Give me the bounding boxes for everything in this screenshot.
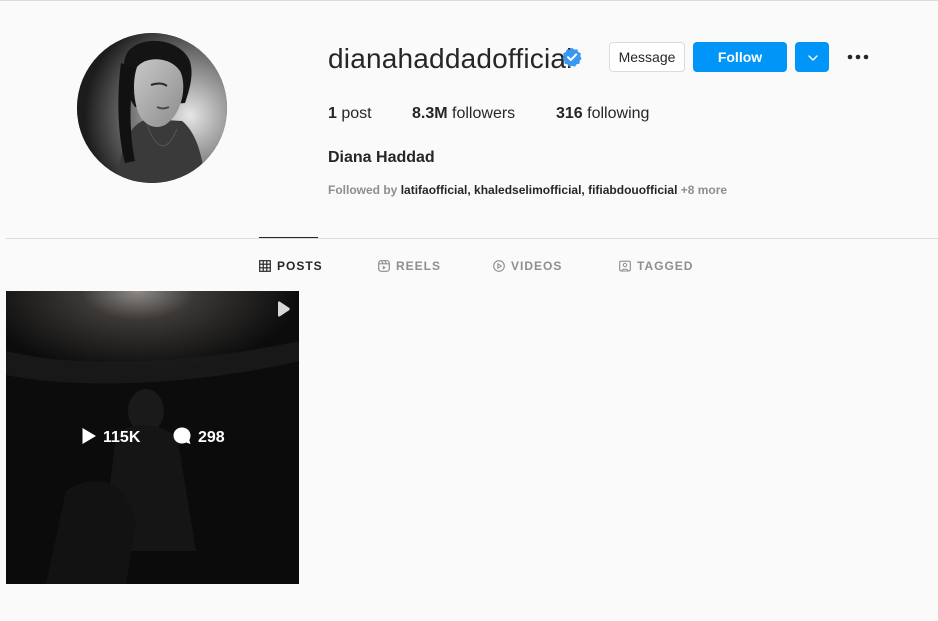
followed-by-line[interactable]: Followed by latifaofficial, khaledselimo… xyxy=(328,183,727,197)
tab-reels[interactable]: REELS xyxy=(378,258,441,274)
profile-avatar[interactable] xyxy=(77,33,227,183)
tagged-icon xyxy=(619,260,631,272)
posts-count-value: 1 xyxy=(328,105,337,122)
followed-by-prefix: Followed by xyxy=(328,183,398,197)
following-link[interactable]: 316 following xyxy=(556,105,649,123)
post-comments-value: 298 xyxy=(198,429,225,446)
tab-tagged-label: TAGGED xyxy=(637,259,694,273)
followers-count-value: 8.3M xyxy=(412,105,448,122)
post-plays-count: 115K xyxy=(81,428,140,448)
posts-count-label: post xyxy=(341,105,372,122)
followed-by-names: latifaofficial, khaledselimofficial, fif… xyxy=(400,183,678,197)
post-tile[interactable]: 115K 298 xyxy=(6,291,299,584)
followers-label: followers xyxy=(452,105,516,122)
play-icon xyxy=(82,428,96,445)
active-tab-indicator xyxy=(259,237,318,238)
tab-videos-label: VIDEOS xyxy=(511,259,563,273)
posts-count: 1 post xyxy=(328,105,372,123)
tab-posts[interactable]: POSTS xyxy=(259,258,323,274)
chevron-down-icon xyxy=(808,55,818,61)
profile-full-name: Diana Haddad xyxy=(328,149,435,166)
video-icon xyxy=(493,259,505,272)
tab-videos[interactable]: VIDEOS xyxy=(493,258,562,274)
post-thumbnail xyxy=(6,291,299,584)
message-button[interactable]: Message xyxy=(609,42,685,72)
tab-reels-label: REELS xyxy=(396,259,442,273)
followed-by-more: +8 more xyxy=(680,183,728,197)
tab-posts-label: POSTS xyxy=(277,259,323,273)
more-options-icon[interactable] xyxy=(845,45,871,69)
profile-username: dianahaddadofficial xyxy=(328,43,573,74)
profile-page: dianahaddadofficial Message Follow 1 pos… xyxy=(0,0,938,621)
verified-badge-icon xyxy=(562,47,582,67)
post-plays-value: 115K xyxy=(103,429,141,446)
suggested-accounts-button[interactable] xyxy=(795,42,829,72)
following-count-value: 316 xyxy=(556,105,583,122)
comment-icon xyxy=(173,427,191,445)
follow-button[interactable]: Follow xyxy=(693,42,787,72)
reels-icon xyxy=(378,259,390,272)
tab-tagged[interactable]: TAGGED xyxy=(619,258,693,274)
following-label: following xyxy=(587,105,650,122)
post-comments-count: 298 xyxy=(172,427,225,448)
tabs-divider xyxy=(6,238,938,239)
followers-link[interactable]: 8.3M followers xyxy=(412,105,515,123)
grid-icon xyxy=(259,259,271,272)
reel-play-badge-icon xyxy=(278,301,290,317)
avatar-photo xyxy=(77,33,227,183)
